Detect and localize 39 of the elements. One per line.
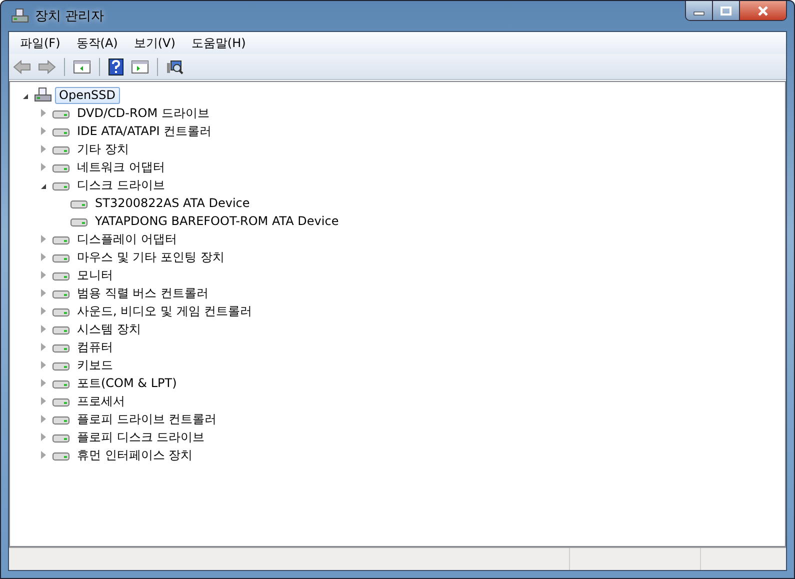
tree-item[interactable]: YATAPDONG BAREFOOT-ROM ATA Device [91, 212, 343, 230]
tree-item[interactable]: DVD/CD-ROM 드라이브 [73, 104, 214, 122]
tree-item[interactable]: ST3200822AS ATA Device [91, 194, 254, 212]
tree-item[interactable]: 기타 장치 [73, 140, 133, 158]
help-button[interactable] [106, 56, 126, 76]
tree-item[interactable]: 포트(COM & LPT) [73, 374, 181, 392]
tree-item[interactable]: 플로피 드라이브 컨트롤러 [73, 410, 221, 428]
expander-icon[interactable] [22, 94, 28, 98]
menu-item[interactable]: 동작(A) [68, 34, 126, 52]
menu-item[interactable]: 파일(F) [12, 34, 68, 52]
menu-item[interactable]: 보기(V) [126, 34, 184, 52]
tree-item[interactable]: 키보드 [73, 356, 117, 374]
tree-item[interactable]: 프로세서 [73, 392, 129, 410]
console-tree-button[interactable] [71, 58, 93, 76]
close-icon [757, 6, 769, 16]
tree-item[interactable]: 범용 직렬 버스 컨트롤러 [73, 284, 212, 302]
tree-item[interactable]: 플로피 디스크 드라이브 [73, 428, 209, 446]
tree-item[interactable]: 마우스 및 기타 포인팅 장치 [73, 248, 228, 266]
tree-item[interactable]: 디스크 드라이브 [73, 176, 169, 194]
expander-icon[interactable] [40, 184, 46, 188]
computer-icon [34, 87, 52, 103]
tree-item[interactable]: 네트워크 어댑터 [73, 158, 169, 176]
tree-item[interactable]: OpenSSD [55, 86, 120, 104]
window-title: 장치 관리자 [35, 8, 104, 25]
tree-item[interactable]: 컴퓨터 [73, 338, 117, 356]
maximize-button[interactable] [713, 1, 740, 20]
computer-icon [11, 8, 29, 24]
maximize-icon [720, 6, 732, 16]
tree-item[interactable]: 시스템 장치 [73, 320, 145, 338]
scan-hardware-button[interactable] [164, 58, 186, 76]
tree-item[interactable]: 디스플레이 어댑터 [73, 230, 181, 248]
close-button[interactable] [740, 1, 786, 20]
menu-item[interactable]: 도움말(H) [183, 34, 254, 52]
tree-item[interactable]: IDE ATA/ATAPI 컨트롤러 [73, 122, 216, 140]
tree-item[interactable]: 모니터 [73, 266, 117, 284]
tree-item[interactable]: 휴먼 인터페이스 장치 [73, 446, 197, 464]
minimize-button[interactable] [686, 1, 713, 20]
action-pane-button[interactable] [129, 58, 151, 76]
tree-item[interactable]: 사운드, 비디오 및 게임 컨트롤러 [73, 302, 256, 320]
